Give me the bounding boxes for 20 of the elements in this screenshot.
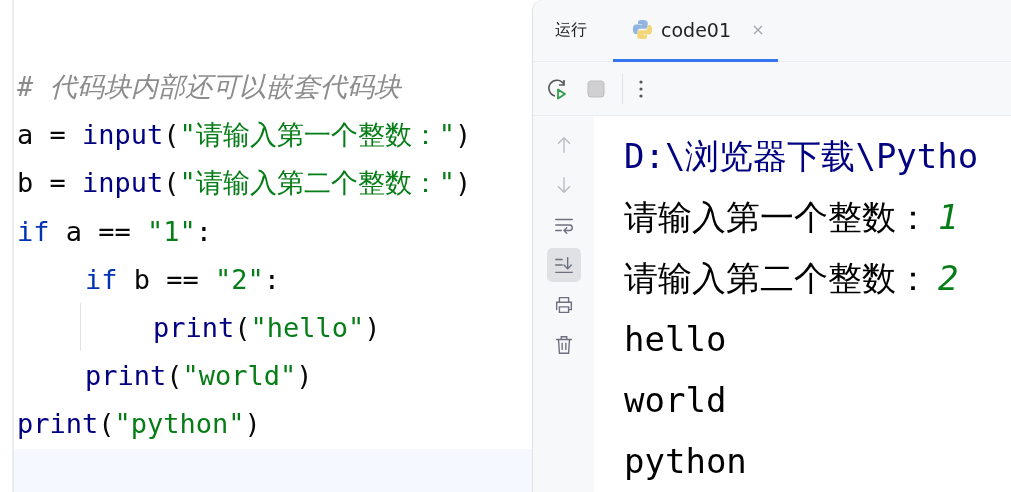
console-line: D:\浏览器下载\Pytho: [624, 135, 980, 178]
python-icon: [631, 18, 654, 42]
code-line: print("hello"): [153, 311, 381, 343]
scroll-end-button[interactable]: [546, 248, 581, 282]
run-tab[interactable]: code01: [613, 0, 778, 63]
code-line: if b == "2":: [85, 263, 281, 295]
code-line: print("world"): [85, 359, 313, 391]
code-line: if a == "1":: [17, 215, 213, 247]
code-line: # 代码块内部还可以嵌套代码块: [17, 70, 401, 104]
code-line: print("python"): [17, 407, 261, 439]
scroll-end-icon: [552, 254, 575, 276]
code-line: a = input("请输入第一个整数："): [17, 118, 472, 152]
console-line: 请输入第二个整数： 2: [624, 257, 960, 300]
console-line: hello: [624, 318, 728, 361]
console-line: 请输入第一个整数： 1: [624, 196, 960, 239]
console-line: python: [624, 440, 748, 483]
close-icon[interactable]: [752, 23, 764, 36]
code-line: b = input("请输入第二个整数："): [17, 166, 472, 200]
panel-title: 运行: [555, 20, 587, 42]
console-line: world: [624, 379, 728, 422]
